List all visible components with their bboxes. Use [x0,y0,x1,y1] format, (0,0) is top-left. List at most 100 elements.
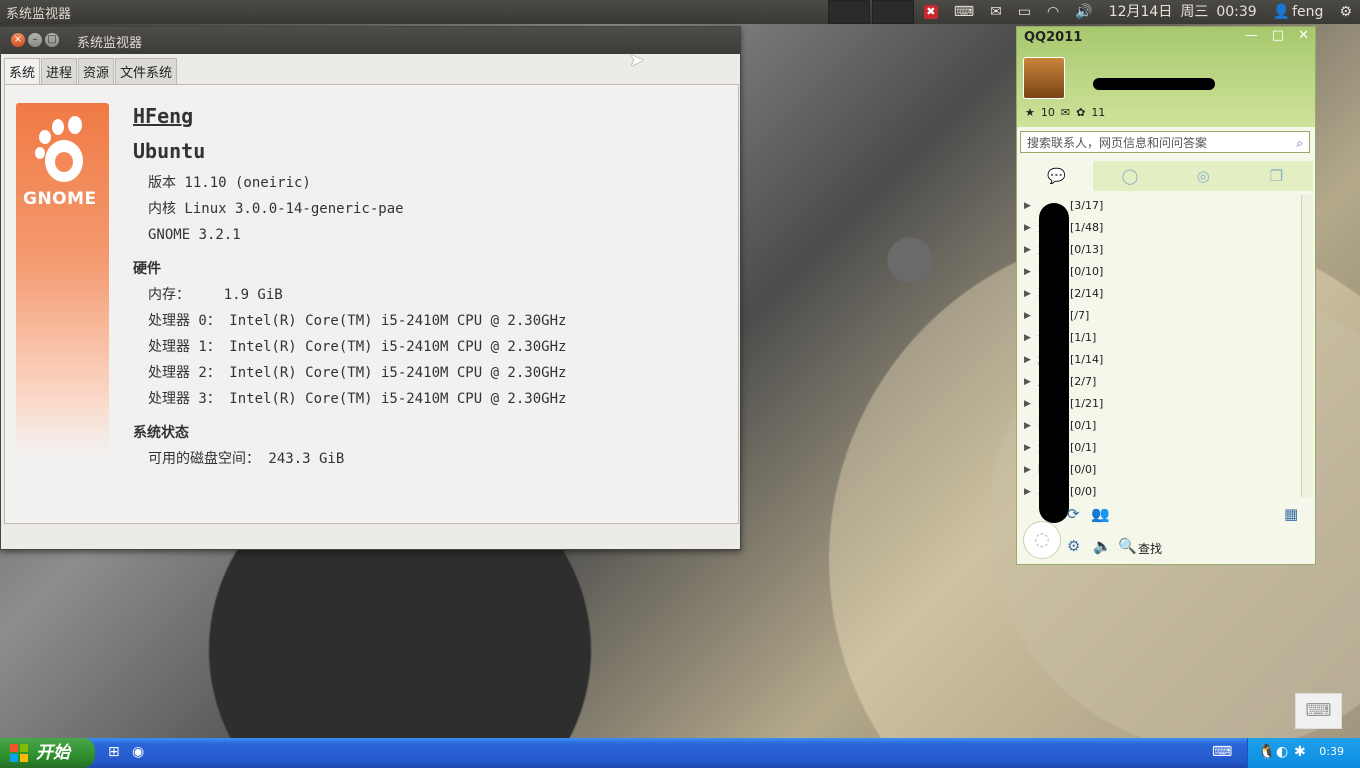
group-count: [0/13] [1070,243,1104,256]
system-info: HFeng Ubuntu 版本 11.10 (oneiric) 内核 Linux… [133,103,566,472]
maximize-button[interactable]: □ [45,33,59,47]
mouse-cursor: ➤ [629,50,645,71]
group-count: [3/17] [1070,199,1104,212]
find-icon[interactable]: 🔍 [1118,537,1137,555]
windows-flag-icon [10,744,28,762]
keyboard-widget-icon[interactable]: ⌨ [1295,693,1342,729]
group-count: [0/1] [1070,419,1097,432]
keyboard-icon[interactable]: ⌨ [954,0,974,24]
app-indicator-icon[interactable]: ✖ [923,5,938,19]
cpu-info: 处理器 0： Intel(R) Core(TM) i5-2410M CPU @ … [148,313,567,329]
battery-icon[interactable]: ▭ [1018,0,1031,24]
group-count: [1/48] [1070,221,1104,234]
date-label[interactable]: 12月14日 [1109,0,1173,24]
expand-arrow-icon[interactable]: ▶ [1024,393,1031,415]
tab-processes[interactable]: 进程 [41,58,78,84]
people-icon[interactable]: 👥 [1091,505,1110,523]
gnome-logo: GNOME [16,103,109,453]
settings-icon[interactable]: ⚙ [1067,537,1080,555]
qq-maximize-button[interactable]: □ [1272,28,1284,43]
gnome-foot-icon [35,116,83,182]
qq-close-button[interactable]: ✕ [1298,28,1309,43]
avatar[interactable] [1023,57,1065,99]
wifi-icon[interactable]: ◠ [1047,0,1059,24]
qq-minimize-button[interactable]: — [1245,28,1258,43]
search-input[interactable]: 搜索联系人，网页信息和问问答案 ⌕ [1020,131,1310,153]
expand-arrow-icon[interactable]: ▶ [1024,327,1031,349]
expand-arrow-icon[interactable]: ▶ [1024,437,1031,459]
tab-system[interactable]: 系统 [4,58,41,84]
group-count: [0/1] [1070,441,1097,454]
scrollbar[interactable] [1301,195,1313,497]
kernel-version: 内核 Linux 3.0.0-14-generic-pae [148,201,404,217]
tab-filesystems[interactable]: 文件系统 [115,58,178,84]
qq-badges: ★ 10 ✉ ✿ 11 [1025,106,1105,119]
expand-arrow-icon[interactable]: ▶ [1024,459,1031,481]
volume-icon[interactable]: 🔊 [1075,0,1092,24]
expand-arrow-icon[interactable]: ▶ [1024,217,1031,239]
search-icon[interactable]: ⌕ [1296,132,1303,154]
app-tray-icon[interactable]: ✱ [1294,744,1306,760]
expand-arrow-icon[interactable]: ▶ [1024,239,1031,261]
active-app-title: 系统监视器 [6,7,72,22]
group-count: [0/10] [1070,265,1104,278]
notification-area: 🐧 ◐ ✱ 0:39 [1247,738,1360,768]
hostname[interactable]: HFeng [133,103,566,129]
quicklaunch-icon[interactable]: ⊞ [108,744,120,760]
expand-arrow-icon[interactable]: ▶ [1024,283,1031,305]
tab-groups[interactable]: ◯ [1093,161,1166,191]
group-count: [2/14] [1070,287,1104,300]
level-count: 10 [1040,106,1055,119]
mail-icon[interactable]: ✉ [1061,106,1070,119]
expand-arrow-icon[interactable]: ▶ [1024,415,1031,437]
tab-recent[interactable]: ❐ [1240,161,1313,191]
grid-icon[interactable]: ▦ [1284,505,1298,523]
tab-resources[interactable]: 资源 [78,58,115,84]
clover-icon[interactable]: ✿ [1076,106,1085,119]
expand-arrow-icon[interactable]: ▶ [1024,371,1031,393]
close-button[interactable]: × [11,33,25,47]
start-button[interactable]: 开始 [0,738,95,768]
expand-arrow-icon[interactable]: ▶ [1024,195,1031,217]
gnome-version: GNOME 3.2.1 [148,227,241,243]
time-label[interactable]: 00:39 [1216,0,1256,24]
start-label: 开始 [36,743,70,763]
keyboard-icon[interactable]: ⌨ [1212,744,1232,760]
user-icon[interactable]: 👤 [1273,0,1290,24]
cpu-info: 处理器 3： Intel(R) Core(TM) i5-2410M CPU @ … [148,391,567,407]
expand-arrow-icon[interactable]: ▶ [1024,261,1031,283]
expand-arrow-icon[interactable]: ▶ [1024,349,1031,371]
qq-tab-bar: 💬 ◯ ◎ ❐ [1020,161,1313,191]
qq-title: QQ2011 [1024,30,1083,45]
tray-slot-2[interactable] [871,0,914,24]
expand-arrow-icon[interactable]: ▶ [1024,305,1031,327]
group-count: [0/0] [1070,463,1097,476]
minimize-button[interactable]: – [28,33,42,47]
hardware-heading: 硬件 [133,261,161,277]
taskbar-clock[interactable]: 0:39 [1319,745,1344,758]
tray-slot-1[interactable] [827,0,870,24]
weekday-label[interactable]: 周三 [1180,0,1208,24]
user-name[interactable]: feng [1292,0,1323,24]
qq-bubble-icon[interactable]: ◌ [1023,521,1061,559]
gnome-logo-text: GNOME [23,189,97,209]
quicklaunch-browser-icon[interactable]: ◉ [132,744,144,760]
mail-icon[interactable]: ✉ [990,0,1002,24]
find-button[interactable]: 查找 [1138,540,1162,557]
sound-icon[interactable]: 🔈 [1093,537,1112,555]
group-count: [1/21] [1070,397,1104,410]
qq-header[interactable]: QQ2011 — □ ✕ ★ 10 ✉ ✿ 11 [1017,27,1315,127]
gear-icon[interactable]: ⚙ [1339,0,1352,24]
star-icon[interactable]: ★ [1025,106,1035,119]
disk-space-info: 可用的磁盘空间： 243.3 GiB [148,451,345,467]
tab-qzone[interactable]: ◎ [1167,161,1240,191]
mail-count: 11 [1091,106,1106,119]
qq-tray-icon[interactable]: 🐧 [1258,744,1275,760]
group-count: [2/7] [1070,375,1097,388]
tab-contacts[interactable]: 💬 [1020,161,1094,191]
group-count: [1/14] [1070,353,1104,366]
group-count: [/7] [1070,309,1090,322]
network-tray-icon[interactable]: ◐ [1276,744,1288,760]
refresh-icon[interactable]: ⟳ [1067,505,1080,523]
tab-bar: 系统 进程 资源 文件系统 [4,58,178,84]
